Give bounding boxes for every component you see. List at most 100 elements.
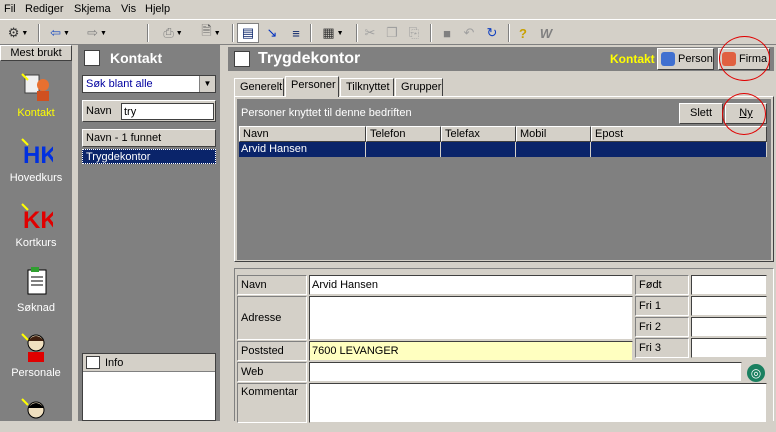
- cell-navn: Arvid Hansen: [239, 142, 366, 157]
- info-label: Info: [105, 357, 124, 369]
- column-telefax[interactable]: Telefax: [441, 126, 516, 142]
- context-label: Kontakt: [610, 52, 655, 66]
- menu-hjelp[interactable]: Hjelp: [145, 3, 170, 15]
- fri2-field[interactable]: [691, 317, 767, 337]
- tab-tilknyttet[interactable]: Tilknyttet: [340, 78, 394, 96]
- highlight-circle: [719, 36, 770, 81]
- menu-rediger[interactable]: Rediger: [25, 3, 64, 15]
- toolbar-separator: [232, 24, 234, 42]
- list-item[interactable]: Trygdekontor: [82, 149, 216, 164]
- tab-grupper[interactable]: Grupper: [395, 78, 443, 96]
- sidebar-item-person[interactable]: [0, 396, 72, 432]
- person-button[interactable]: Person: [657, 48, 714, 70]
- contact-panel-title: Kontakt: [110, 50, 163, 66]
- copy-icon[interactable]: ❐: [383, 23, 401, 43]
- sidebar-item-kortkurs[interactable]: KK Kortkurs: [0, 201, 72, 249]
- fodt-field[interactable]: [691, 275, 767, 295]
- whats-this-icon[interactable]: W: [536, 23, 556, 43]
- help-icon[interactable]: ?: [514, 23, 532, 43]
- fri3-label: Fri 3: [635, 338, 689, 358]
- app-menu-icon[interactable]: ⚙ ▼: [3, 23, 33, 43]
- column-mobil[interactable]: Mobil: [516, 126, 591, 142]
- navn-field[interactable]: Arvid Hansen: [309, 275, 633, 295]
- copy-doc-icon[interactable]: 🗎 ▼: [196, 23, 226, 43]
- contact-icon: [21, 73, 49, 101]
- grid-header: Navn Telefon Telefax Mobil Epost: [239, 126, 767, 142]
- print-icon[interactable]: ⎙ ▼: [158, 23, 188, 43]
- adresse-field[interactable]: [309, 296, 633, 340]
- name-search-row: Navn: [82, 100, 216, 122]
- table-view-icon[interactable]: ▦ ▼: [316, 23, 350, 43]
- application-icon: [27, 267, 47, 295]
- filter-icon[interactable]: ≡: [286, 23, 306, 43]
- kk-icon: KK: [21, 203, 53, 233]
- cell-mobil: [516, 142, 591, 157]
- menu-skjema[interactable]: Skjema: [74, 3, 111, 15]
- fri2-label: Fri 2: [635, 317, 689, 337]
- tab-personer[interactable]: Personer: [285, 76, 339, 97]
- sidebar: Mest brukt Kontakt HK Hovedkurs KK Kortk…: [0, 45, 72, 421]
- fri1-field[interactable]: [691, 296, 767, 316]
- kommentar-field[interactable]: [309, 383, 767, 423]
- page-title: Trygdekontor: [258, 50, 361, 67]
- web-field[interactable]: [309, 362, 742, 382]
- cell-telefon: [366, 142, 441, 157]
- sidebar-item-label: Kortkurs: [15, 237, 57, 249]
- sidebar-item-soknad[interactable]: Søknad: [0, 266, 72, 314]
- undo-icon[interactable]: ↶: [460, 23, 478, 43]
- grid-caption: Personer knyttet til denne bedriften: [241, 107, 412, 119]
- cut-icon[interactable]: ✂: [361, 23, 379, 43]
- toolbar-separator: [38, 24, 40, 42]
- kommentar-label: Kommentar: [237, 383, 307, 423]
- search-scope-value: Søk blant alle: [86, 78, 153, 90]
- poststed-label: Poststed: [237, 341, 307, 361]
- column-telefon[interactable]: Telefon: [366, 126, 441, 142]
- menu-vis[interactable]: Vis: [121, 3, 136, 15]
- toolbar-separator: [430, 24, 432, 42]
- poststed-field[interactable]: 7600 LEVANGER: [309, 341, 633, 361]
- back-arrow-icon[interactable]: ⇦ ▼: [43, 23, 77, 43]
- info-icon: [86, 356, 100, 369]
- toolbar: ⚙ ▼ ⇦ ▼ ⇨ ▼ ⎙ ▼ 🗎 ▼ ▤ ↘ ≡ ▦ ▼ ✂ ❐ ⎘ ■ ↶ ↻ ? W: [0, 19, 776, 45]
- form-view-icon[interactable]: ▤: [237, 23, 259, 43]
- name-search-input[interactable]: [121, 103, 214, 120]
- sidebar-item-kontakt[interactable]: Kontakt: [0, 71, 72, 119]
- sidebar-item-label: Personale: [11, 367, 61, 379]
- navn-label: Navn: [237, 275, 307, 295]
- web-label: Web: [237, 362, 307, 382]
- result-list: Navn - 1 funnet Trygdekontor: [82, 127, 216, 349]
- column-navn[interactable]: Navn: [239, 126, 366, 142]
- info-panel: Info: [82, 353, 216, 421]
- stop-icon[interactable]: ■: [438, 23, 456, 43]
- svg-text:HK: HK: [23, 142, 53, 168]
- fri3-field[interactable]: [691, 338, 767, 358]
- toolbar-separator: [356, 24, 358, 42]
- tab-generelt[interactable]: Generelt: [234, 78, 284, 96]
- menu-fil[interactable]: Fil: [4, 3, 16, 15]
- cell-telefax: [441, 142, 516, 157]
- info-header: Info: [83, 354, 215, 372]
- delete-button[interactable]: Slett: [679, 103, 723, 124]
- sidebar-item-personale[interactable]: Personale: [0, 331, 72, 379]
- paste-icon[interactable]: ⎘: [405, 23, 423, 43]
- result-list-header[interactable]: Navn - 1 funnet: [82, 129, 216, 147]
- detail-header: Trygdekontor Kontakt Person Firma: [228, 47, 774, 71]
- search-scope-select[interactable]: Søk blant alle ▼: [82, 75, 216, 93]
- toolbar-separator: [508, 24, 510, 42]
- forward-arrow-icon[interactable]: ⇨ ▼: [80, 23, 114, 43]
- table-row[interactable]: Arvid Hansen: [239, 142, 767, 157]
- sidebar-item-label: Søknad: [17, 302, 55, 314]
- persons-grid: Personer knyttet til denne bedriften Sle…: [237, 99, 771, 260]
- staff-icon: [21, 333, 45, 362]
- refresh-icon[interactable]: ↻: [482, 23, 502, 43]
- company-icon: [234, 51, 250, 67]
- menu-bar: Fil Rediger Skjema Vis Hjelp: [0, 0, 776, 19]
- cell-epost: [591, 142, 767, 157]
- sidebar-item-hovedkurs[interactable]: HK Hovedkurs: [0, 136, 72, 184]
- contact-search-panel: Kontakt Søk blant alle ▼ Navn Navn - 1 f…: [78, 45, 220, 421]
- sort-down-icon[interactable]: ↘: [262, 23, 282, 43]
- chevron-down-icon[interactable]: ▼: [199, 76, 215, 92]
- globe-icon[interactable]: ◎: [745, 362, 767, 384]
- contact-icon: [84, 50, 100, 66]
- person-icon: [21, 398, 45, 419]
